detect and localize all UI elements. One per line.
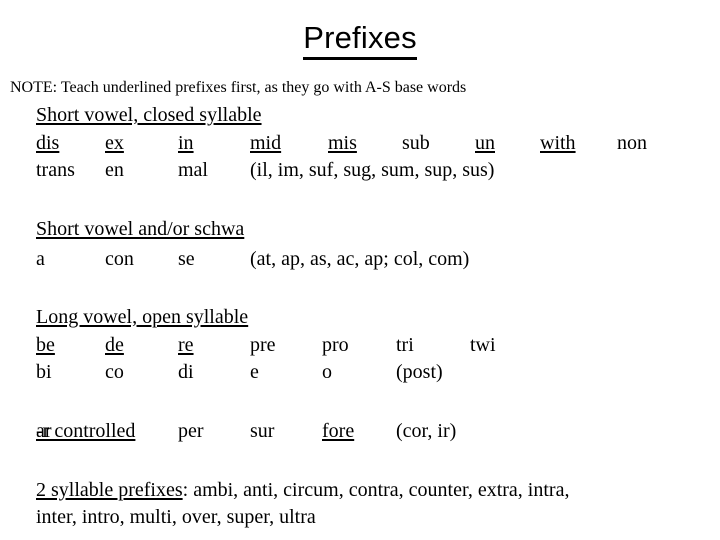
prefix-row: dis ex in mid mis sub un with non <box>0 132 720 155</box>
slide-canvas: Prefixes NOTE: Teach underlined prefixes… <box>0 0 720 540</box>
prefix-cell: se <box>178 248 195 270</box>
prefix-cell: e <box>250 361 259 383</box>
section-heading-text: Short vowel, closed syllable <box>36 104 262 126</box>
prefix-cell: (post) <box>396 361 443 383</box>
two-syllable-list-1: ambi, anti, circum, contra, counter, ext… <box>193 479 570 501</box>
section-heading: Short vowel, closed syllable <box>36 104 262 127</box>
prefix-cell: re <box>178 334 194 356</box>
prefix-row: bi co di e o (post) <box>0 361 720 384</box>
prefix-cell: twi <box>470 334 496 356</box>
prefix-cell: pro <box>322 334 349 356</box>
prefix-cell: un <box>475 132 495 154</box>
section-heading-text: Short vowel and/or schwa <box>36 218 245 240</box>
prefix-cell: ex <box>105 132 124 154</box>
page-title: Prefixes <box>0 20 720 60</box>
prefix-cell: co <box>105 361 124 383</box>
prefix-cell: trans <box>36 159 75 181</box>
section-heading-text: Long vowel, open syllable <box>36 306 249 328</box>
prefix-row: ar per sur fore (cor, ir) <box>0 420 720 443</box>
prefix-cell: pre <box>250 334 276 356</box>
prefix-cell: mid <box>250 132 282 154</box>
prefix-cell: be <box>36 334 55 356</box>
prefix-cell: a <box>36 248 45 270</box>
prefix-row: a con se (at, ap, as, ac, ap; col, com) <box>0 248 720 271</box>
prefix-cell: mal <box>178 159 208 181</box>
prefix-cell: (at, ap, as, ac, ap; col, com) <box>250 248 470 270</box>
prefix-cell: in <box>178 132 194 154</box>
prefix-cell: per <box>178 420 204 442</box>
prefix-cell: (cor, ir) <box>396 420 457 442</box>
page-title-text: Prefixes <box>303 20 417 60</box>
prefix-cell: fore <box>322 420 355 442</box>
prefix-cell: mis <box>328 132 357 154</box>
note-line: NOTE: Teach underlined prefixes first, a… <box>10 79 467 96</box>
two-syllable-line-2: inter, intro, multi, over, super, ultra <box>36 505 316 530</box>
section-heading: Long vowel, open syllable <box>36 306 248 329</box>
prefix-cell: sur <box>250 420 275 442</box>
prefix-cell: con <box>105 248 134 270</box>
prefix-cell: en <box>105 159 124 181</box>
two-syllable-line-1: 2 syllable prefixes: ambi, anti, circum,… <box>36 478 569 503</box>
prefix-cell: dis <box>36 132 60 154</box>
prefix-row: trans en mal (il, im, suf, sug, sum, sup, s… <box>0 159 720 182</box>
prefix-cell: bi <box>36 361 52 383</box>
prefix-cell: tri <box>396 334 414 356</box>
two-syllable-list-2: inter, intro, multi, over, super, ultra <box>36 506 316 528</box>
two-syllable-label: 2 syllable prefixes <box>36 479 183 501</box>
prefix-cell: non <box>617 132 647 154</box>
prefix-cell: di <box>178 361 194 383</box>
prefix-cell: sub <box>402 132 430 154</box>
prefix-cell: (il, im, suf, sug, sum, sup, sus) <box>250 159 495 181</box>
prefix-cell: with <box>540 132 576 154</box>
prefix-cell: ar <box>36 420 52 442</box>
prefix-cell: de <box>105 334 124 356</box>
two-syllable-separator: : <box>182 479 194 501</box>
prefix-cell: o <box>322 361 332 383</box>
section-heading: Short vowel and/or schwa <box>36 218 244 241</box>
prefix-row: be de re pre pro tri twi <box>0 334 720 357</box>
